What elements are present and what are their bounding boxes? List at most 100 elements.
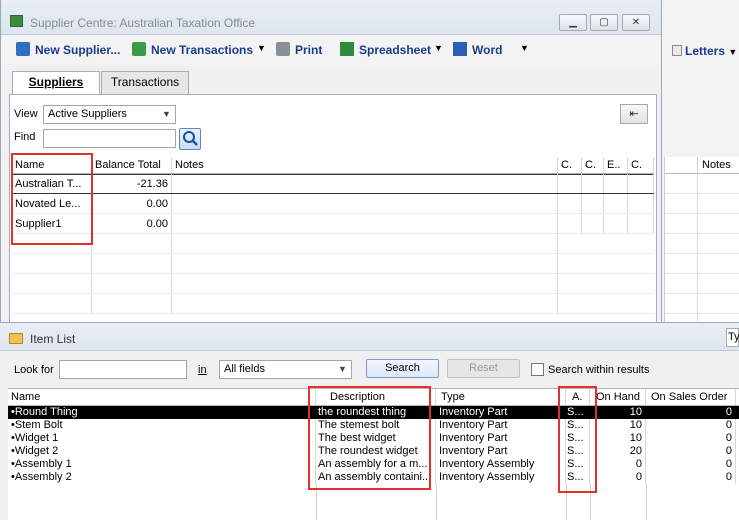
letters-menu[interactable]: Letters ▼ bbox=[672, 44, 737, 58]
background-row bbox=[665, 214, 739, 234]
item-list-title: Item List bbox=[30, 332, 76, 346]
chevron-down-icon[interactable]: ▼ bbox=[520, 43, 529, 53]
spreadsheet-label: Spreadsheet bbox=[359, 43, 432, 57]
find-button[interactable] bbox=[179, 128, 201, 150]
column-header-on-sales-order[interactable]: On Sales Order bbox=[646, 389, 736, 405]
supplier-notes bbox=[172, 194, 558, 213]
in-fields-select[interactable]: All fields ▼ bbox=[219, 360, 352, 379]
word-button[interactable]: Word bbox=[453, 42, 502, 57]
column-header-c3[interactable]: C. bbox=[628, 157, 654, 173]
reset-button[interactable]: Reset bbox=[447, 359, 520, 378]
window-title: Supplier Centre: Australian Taxation Off… bbox=[30, 16, 256, 30]
suppliers-panel: View Active Suppliers ▼ Find ⇤ Name Bala… bbox=[9, 94, 657, 330]
supplier-notes bbox=[172, 214, 558, 233]
print-button[interactable]: Print bbox=[276, 42, 322, 57]
item-type: Inventory Part bbox=[436, 406, 566, 419]
column-header-c2[interactable]: C. bbox=[582, 157, 604, 173]
view-select[interactable]: Active Suppliers ▼ bbox=[43, 105, 176, 124]
chevron-down-icon[interactable]: ▼ bbox=[434, 43, 443, 53]
empty-cell bbox=[12, 294, 92, 313]
find-label: Find bbox=[14, 131, 36, 143]
empty-cell bbox=[12, 254, 92, 273]
print-label: Print bbox=[295, 43, 323, 57]
background-row bbox=[665, 174, 739, 194]
supplier-centre-icon bbox=[10, 15, 23, 27]
supplier-cell bbox=[582, 174, 604, 193]
tab-suppliers[interactable]: Suppliers bbox=[12, 71, 100, 96]
supplier-cell bbox=[604, 174, 628, 193]
supplier-cell bbox=[558, 214, 582, 233]
chevron-down-icon: ▼ bbox=[728, 47, 738, 57]
empty-row bbox=[12, 254, 654, 274]
item-type: Inventory Part bbox=[436, 445, 566, 458]
new-supplier-icon bbox=[16, 42, 30, 56]
look-for-input[interactable] bbox=[59, 360, 187, 379]
supplier-centre-window: Supplier Centre: Australian Taxation Off… bbox=[0, 0, 662, 330]
collapse-pane-button[interactable]: ⇤ bbox=[620, 104, 648, 124]
empty-cell bbox=[172, 294, 558, 313]
letters-label: Letters bbox=[685, 44, 726, 58]
maximize-button[interactable]: ▢ bbox=[590, 14, 618, 31]
background-row bbox=[665, 294, 739, 314]
supplier-row[interactable]: Australian T... -21.36 bbox=[12, 174, 654, 194]
column-divider bbox=[436, 484, 437, 520]
item-name: •Assembly 2 bbox=[8, 471, 316, 484]
search-within-label: Search within results bbox=[548, 364, 650, 376]
column-header-e[interactable]: E.. bbox=[604, 157, 628, 173]
supplier-cell bbox=[604, 214, 628, 233]
minimize-button[interactable]: ▁ bbox=[559, 14, 587, 31]
column-header-type[interactable]: Type bbox=[436, 389, 566, 405]
empty-row bbox=[12, 294, 654, 314]
folder-icon bbox=[9, 333, 23, 344]
spreadsheet-icon bbox=[340, 42, 354, 56]
background-row bbox=[665, 254, 739, 274]
item-type: Inventory Assembly bbox=[436, 458, 566, 471]
supplier-cell bbox=[604, 194, 628, 213]
view-select-value: Active Suppliers bbox=[48, 108, 127, 120]
supplier-cell bbox=[628, 194, 654, 213]
item-type: Inventory Assembly bbox=[436, 471, 566, 484]
tab-transactions[interactable]: Transactions bbox=[101, 71, 189, 94]
search-button[interactable]: Search bbox=[366, 359, 439, 378]
look-for-label-text: Look for bbox=[14, 364, 54, 376]
column-header-c1[interactable]: C. bbox=[558, 157, 582, 173]
item-list-title-bar[interactable]: Item List Ty bbox=[0, 323, 739, 351]
suppliers-grid-header: Name Balance Total Notes C. C. E.. C. bbox=[12, 157, 654, 174]
new-transactions-button[interactable]: New Transactions bbox=[132, 42, 253, 57]
letters-icon bbox=[672, 45, 682, 56]
suppliers-grid: Name Balance Total Notes C. C. E.. C. Au… bbox=[12, 157, 654, 314]
title-bar[interactable]: Supplier Centre: Australian Taxation Off… bbox=[1, 0, 661, 35]
empty-cell bbox=[172, 254, 558, 273]
supplier-cell bbox=[582, 214, 604, 233]
close-button[interactable]: ✕ bbox=[622, 14, 650, 31]
chevron-down-icon[interactable]: ▼ bbox=[257, 43, 266, 53]
word-label: Word bbox=[472, 43, 503, 57]
close-icon: ✕ bbox=[631, 17, 641, 28]
item-name: •Widget 1 bbox=[8, 432, 316, 445]
column-header-balance[interactable]: Balance Total bbox=[92, 157, 172, 173]
minimize-icon: ▁ bbox=[569, 17, 577, 28]
empty-cell bbox=[92, 254, 172, 273]
column-header-notes[interactable]: Notes bbox=[172, 157, 558, 173]
item-on-sales-order: 0 bbox=[646, 419, 736, 432]
column-divider bbox=[646, 484, 647, 520]
search-within-checkbox[interactable] bbox=[531, 363, 544, 376]
spreadsheet-button[interactable]: Spreadsheet bbox=[340, 42, 431, 57]
new-supplier-label: New Supplier... bbox=[35, 43, 121, 57]
item-on-hand: 20 bbox=[590, 445, 646, 458]
printer-icon bbox=[276, 42, 290, 56]
type-field[interactable]: Ty bbox=[726, 328, 739, 347]
tab-transactions-label: Transactions bbox=[110, 75, 180, 89]
supplier-balance: 0.00 bbox=[92, 214, 172, 233]
column-header-on-hand[interactable]: On Hand bbox=[590, 389, 646, 405]
supplier-cell bbox=[628, 174, 654, 193]
new-supplier-button[interactable]: New Supplier... bbox=[16, 42, 120, 57]
in-label: in bbox=[198, 364, 207, 376]
background-grid: Notes bbox=[664, 157, 739, 334]
supplier-row[interactable]: Supplier1 0.00 bbox=[12, 214, 654, 234]
column-header-name[interactable]: Name bbox=[8, 389, 316, 405]
find-input[interactable] bbox=[43, 129, 176, 148]
supplier-row[interactable]: Novated Le... 0.00 bbox=[12, 194, 654, 214]
notes-column-header[interactable]: Notes bbox=[697, 157, 739, 174]
item-on-hand: 10 bbox=[590, 406, 646, 419]
